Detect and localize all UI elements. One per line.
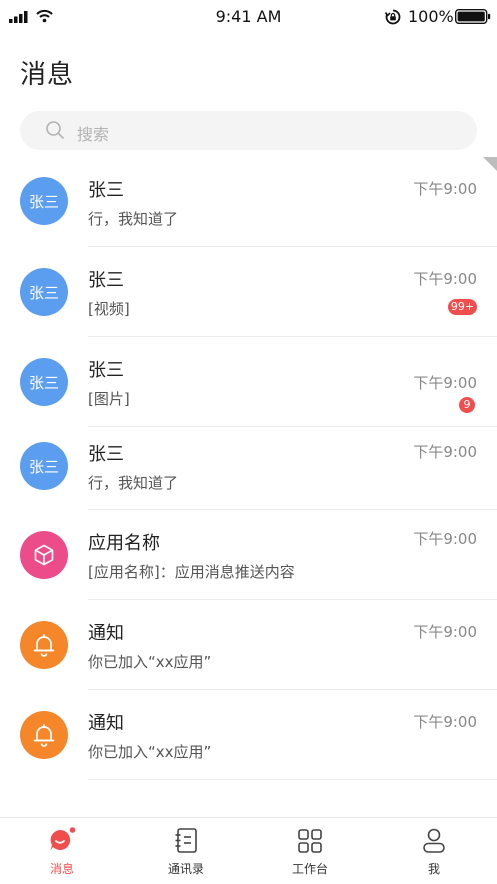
search-bar[interactable]: 搜索	[20, 111, 477, 150]
unread-badge: 99+	[448, 299, 477, 315]
conversation-time: 下午9:00	[413, 180, 477, 198]
rotation-lock-icon	[384, 9, 401, 25]
grid-icon	[298, 829, 322, 853]
conversation-name: 通知	[88, 623, 124, 644]
conversation-preview: [应用名称]：应用消息推送内容	[88, 563, 295, 581]
conversation-preview: 行，我知道了	[88, 210, 179, 228]
conversation-row[interactable]: 张三 张三 [视频] 下午9:00 99+	[0, 247, 497, 337]
conversation-time: 下午9:00	[413, 713, 477, 731]
tab-label: 我	[427, 862, 440, 876]
avatar: 张三	[20, 358, 68, 406]
conversation-name: 应用名称	[88, 533, 160, 554]
tab-label: 消息	[49, 862, 74, 876]
conversation-time: 下午9:00	[413, 443, 477, 461]
divider	[88, 779, 497, 780]
tab-label: 通讯录	[167, 862, 204, 876]
conversation-time: 下午9:00	[413, 374, 477, 392]
search-placeholder: 搜索	[77, 125, 110, 144]
status-bar: 9:41 AM 100%	[0, 0, 497, 34]
conversation-row[interactable]: 张三 张三 行，我知道了 下午9:00	[0, 427, 497, 510]
tab-workbench[interactable]: 工作台	[248, 818, 372, 884]
conversation-preview: [图片]	[88, 390, 130, 408]
conversation-name: 张三	[88, 444, 124, 465]
bell-icon	[20, 711, 68, 759]
chat-icon	[50, 827, 76, 851]
avatar: 张三	[20, 177, 68, 225]
conversation-time: 下午9:00	[413, 623, 477, 641]
tab-messages[interactable]: 消息	[0, 818, 124, 884]
conversation-name: 张三	[88, 360, 124, 381]
contacts-icon	[175, 828, 197, 853]
bell-icon	[20, 621, 68, 669]
page-title: 消息	[20, 60, 75, 90]
conversation-row[interactable]: 张三 张三 [图片] 下午9:00 9	[0, 337, 497, 427]
conversation-name: 张三	[88, 270, 124, 291]
conversation-preview: [视频]	[88, 300, 130, 318]
tab-me[interactable]: 我	[372, 818, 496, 884]
conversation-preview: 你已加入“xx应用”	[88, 653, 212, 671]
conversation-preview: 你已加入“xx应用”	[88, 743, 212, 761]
conversation-time: 下午9:00	[413, 270, 477, 288]
tab-label: 工作台	[291, 862, 328, 876]
person-icon	[423, 828, 445, 853]
avatar: 张三	[20, 268, 68, 316]
battery-icon	[455, 9, 491, 24]
conversation-row[interactable]: 通知 你已加入“xx应用” 下午9:00	[0, 600, 497, 690]
conversation-row[interactable]: 通知 你已加入“xx应用” 下午9:00	[0, 690, 497, 780]
conversation-row[interactable]: 应用名称 [应用名称]：应用消息推送内容 下午9:00	[0, 510, 497, 600]
avatar: 张三	[20, 442, 68, 490]
tab-contacts[interactable]: 通讯录	[124, 818, 248, 884]
conversation-name: 张三	[88, 180, 124, 201]
conversation-name: 通知	[88, 713, 124, 734]
battery-percent: 100%	[408, 7, 454, 26]
search-icon	[46, 121, 64, 139]
conversation-time: 下午9:00	[413, 530, 477, 548]
unread-badge: 9	[459, 397, 475, 413]
tab-bar: 消息 通讯录 工作台 我	[0, 817, 497, 884]
cube-icon	[20, 531, 68, 579]
conversation-row[interactable]: 张三 张三 行，我知道了 下午9:00	[0, 157, 497, 247]
conversation-preview: 行，我知道了	[88, 474, 179, 492]
conversation-list: 张三 张三 行，我知道了 下午9:00 张三 张三 [视频] 下午9:00 99…	[0, 157, 497, 780]
